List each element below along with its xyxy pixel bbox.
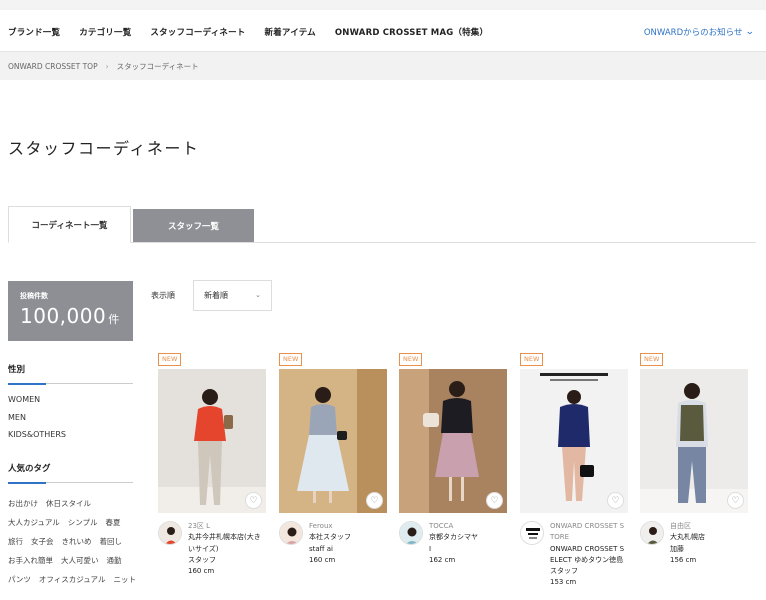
nav-brands[interactable]: ブランド一覧 [8, 26, 60, 38]
post-count-box: 投稿件数 100,000 件 [8, 281, 133, 341]
tags-divider [8, 481, 133, 484]
global-nav: ブランド一覧 カテゴリ一覧 スタッフコーディネート 新着アイテム ONWARD … [8, 26, 488, 38]
coordinate-photo[interactable]: ♡ [279, 369, 387, 513]
gender-heading: 性別 [8, 365, 26, 375]
tag-item[interactable]: オフィスカジュアル [39, 570, 106, 589]
tab-coordinates[interactable]: コーディネート一覧 [8, 206, 131, 243]
sort-selected-value: 新着順 [204, 291, 228, 300]
gender-men[interactable]: MEN [8, 409, 66, 427]
coordinate-card[interactable]: NEW ♡ 自由区 大丸札幌店 加藤 156 cm [640, 346, 748, 566]
coordinate-card[interactable]: NEW ♡ 23区 L 丸井今井札幌本店(大きいサイズ) スタッフ 160 cm [158, 346, 266, 577]
new-badge: NEW [640, 353, 664, 366]
breadcrumb-home[interactable]: ONWARD CROSSET TOP [8, 62, 98, 71]
sort-select[interactable]: 新着順 ⌄ [193, 280, 272, 311]
breadcrumb-current: スタッフコーディネート [116, 62, 199, 71]
tag-item[interactable]: きれいめ [62, 532, 92, 551]
card-height: 156 cm [670, 555, 697, 564]
avatar[interactable] [158, 521, 182, 545]
coordinate-card[interactable]: NEW ♡ Feroux 本社スタッフ staff ai 160 cm [279, 346, 387, 566]
heart-icon[interactable]: ♡ [245, 492, 262, 509]
tag-item[interactable]: シンプル [68, 513, 98, 532]
card-store: ONWARD CROSSET SELECT ゆめタウン徳島 [550, 544, 625, 564]
card-staff: スタッフ [188, 555, 216, 564]
card-height: 162 cm [429, 555, 456, 564]
coordinate-photo[interactable]: ♡ [640, 369, 748, 513]
breadcrumb: ONWARD CROSSET TOP › スタッフコーディネート [8, 61, 199, 72]
heart-icon[interactable]: ♡ [727, 492, 744, 509]
coordinate-photo[interactable]: ♡ [158, 369, 266, 513]
card-store: 丸井今井札幌本店(大きいサイズ) [188, 533, 261, 553]
tag-item[interactable]: 大人可愛い [61, 551, 99, 570]
card-store: 京都タカシマヤ [429, 533, 478, 542]
coordinate-photo[interactable]: ♡ [520, 369, 628, 513]
coordinate-card[interactable]: NEW ♡ TOCCA 京都タカシマヤ I 162 cm [399, 346, 507, 566]
tags-heading: 人気のタグ [8, 464, 51, 474]
card-staff: I [429, 544, 432, 553]
tag-item[interactable]: 大人カジュアル [8, 513, 60, 532]
avatar[interactable] [520, 521, 544, 545]
card-staff: staff ai [309, 544, 333, 553]
tag-list: お出かけ 休日スタイル 大人カジュアル シンプル 春夏 旅行 女子会 きれいめ … [8, 494, 138, 589]
tag-item[interactable]: 女子会 [31, 532, 54, 551]
gender-women[interactable]: WOMEN [8, 391, 66, 409]
tag-item[interactable]: 春夏 [106, 513, 121, 532]
tag-item[interactable]: パンツ [8, 570, 31, 589]
gender-list: WOMEN MEN KIDS&OTHERS [8, 391, 66, 444]
chevron-down-icon: ⌄ [745, 27, 756, 37]
tag-item[interactable]: 通勤 [107, 551, 122, 570]
tag-item[interactable]: お手入れ簡単 [8, 551, 53, 570]
card-staff: スタッフ [550, 567, 578, 576]
nav-staff-coordinate[interactable]: スタッフコーディネート [150, 26, 245, 38]
card-brand: Feroux [309, 522, 333, 530]
card-store: 大丸札幌店 [670, 533, 705, 542]
nav-mag[interactable]: ONWARD CROSSET MAG（特集） [335, 26, 488, 38]
page-title: スタッフコーディネート [8, 139, 200, 158]
post-count-value: 100,000 [20, 304, 107, 328]
gender-divider [8, 382, 133, 385]
tag-item[interactable]: お出かけ [8, 494, 38, 513]
chevron-down-icon: ⌄ [255, 291, 261, 299]
coordinate-card[interactable]: NEW ♡ ONWARD CROSSET STORE ONWARD CROSSE… [520, 346, 628, 589]
card-staff: 加藤 [670, 544, 684, 553]
heart-icon[interactable]: ♡ [366, 492, 383, 509]
card-brand: TOCCA [429, 522, 454, 530]
new-badge: NEW [520, 353, 544, 366]
card-brand: ONWARD CROSSET STORE [550, 522, 625, 542]
breadcrumb-bar: ONWARD CROSSET TOP › スタッフコーディネート [0, 52, 766, 80]
tab-bar: コーディネート一覧 スタッフ一覧 [8, 206, 756, 243]
heart-icon[interactable]: ♡ [486, 492, 503, 509]
card-height: 153 cm [550, 578, 577, 587]
heart-icon[interactable]: ♡ [607, 492, 624, 509]
tag-item[interactable]: ニット [113, 570, 136, 589]
breadcrumb-separator: › [105, 62, 109, 71]
tag-item[interactable]: 休日スタイル [46, 494, 91, 513]
nav-categories[interactable]: カテゴリ一覧 [79, 26, 131, 38]
nav-new-items[interactable]: 新着アイテム [265, 26, 316, 38]
card-height: 160 cm [309, 555, 336, 564]
card-height: 160 cm [188, 567, 215, 576]
post-count-label: 投稿件数 [20, 292, 48, 300]
tab-staff[interactable]: スタッフ一覧 [133, 209, 254, 242]
avatar[interactable] [399, 521, 423, 545]
tag-item[interactable]: 旅行 [8, 532, 23, 551]
new-badge: NEW [279, 353, 303, 366]
gender-kids[interactable]: KIDS&OTHERS [8, 426, 66, 444]
card-brand: 23区 L [188, 522, 211, 530]
notice-label: ONWARDからのお知らせ [643, 28, 743, 38]
avatar[interactable] [640, 521, 664, 545]
notice-dropdown[interactable]: ONWARDからのお知らせ ⌄ [643, 26, 756, 38]
new-badge: NEW [158, 353, 182, 366]
post-count-unit: 件 [108, 313, 120, 326]
new-badge: NEW [399, 353, 423, 366]
coordinate-photo[interactable]: ♡ [399, 369, 507, 513]
global-header: ブランド一覧 カテゴリ一覧 スタッフコーディネート 新着アイテム ONWARD … [0, 0, 766, 52]
sort-label: 表示順 [151, 291, 175, 300]
card-store: 本社スタッフ [309, 533, 351, 542]
tag-item[interactable]: 着回し [100, 532, 123, 551]
card-brand: 自由区 [670, 522, 691, 530]
avatar[interactable] [279, 521, 303, 545]
